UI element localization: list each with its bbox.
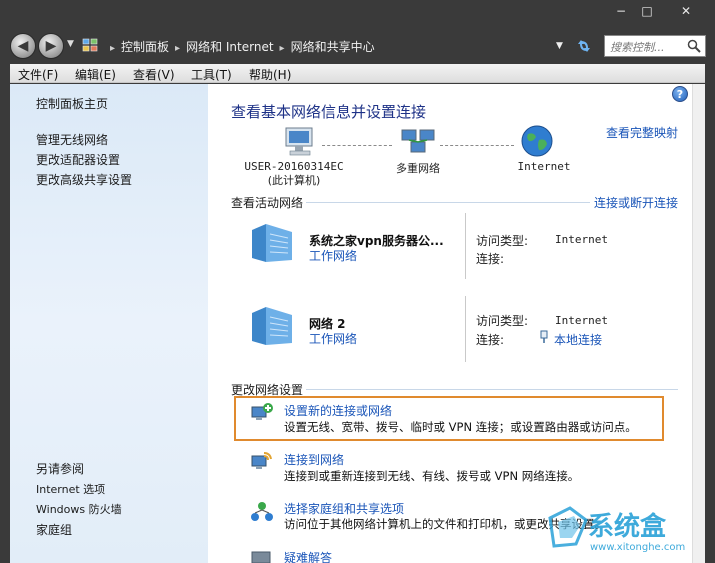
link-windows-firewall[interactable]: Windows 防火墙 [36,501,122,517]
search-placeholder: 搜索控制... [610,41,665,54]
breadcrumb-separator[interactable]: ▸ [110,43,115,54]
connect-network-icon [251,452,272,469]
link-change-adapter[interactable]: 更改适配器设置 [36,151,120,168]
homegroup-icon [251,502,273,521]
watermark-url: www.xitonghe.com [590,542,686,553]
access-type-label: 访问类型: [476,234,529,248]
homegroup-sharing-link[interactable]: 选择家庭组和共享选项 [284,500,404,517]
ethernet-plug-icon [540,330,548,343]
left-nav-pane: 控制面板主页 管理无线网络 更改适配器设置 更改高级共享设置 另请参阅 Inte… [10,84,208,563]
connection-label: 连接: [476,333,505,347]
close-button[interactable]: ✕ [670,0,702,22]
watermark-text: 系统盒 [588,512,667,542]
work-network-icon [252,307,292,345]
forward-arrow-icon[interactable]: ▶ [38,33,64,59]
troubleshoot-link[interactable]: 疑难解答 [284,549,332,563]
task-description: 连接到或重新连接到无线、有线、拨号或 VPN 网络连接。 [284,469,580,483]
globe-icon [521,125,553,157]
breadcrumb-separator[interactable]: ▸ [175,43,180,54]
access-type-value: Internet [555,233,608,246]
control-panel-icon [82,38,98,52]
window-frame-right [705,64,715,563]
network-type-link[interactable]: 工作网络 [309,247,357,264]
menu-help[interactable]: 帮助(H) [249,66,291,83]
title-bar: − □ ✕ [0,0,715,30]
address-dropdown[interactable]: ▼ [556,41,563,51]
menu-bar: 文件(F) 编辑(E) 查看(V) 工具(T) 帮助(H) [10,64,705,83]
internet-label: Internet [517,160,571,173]
link-manage-wireless[interactable]: 管理无线网络 [36,131,108,148]
active-networks-heading: 查看活动网络 [231,196,304,210]
breadcrumb-network-sharing-center[interactable]: 网络和共享中心 [291,38,375,55]
map-connection-line [440,145,514,146]
link-control-panel-home[interactable]: 控制面板主页 [36,95,108,112]
multiple-networks-icon [401,129,435,153]
window-frame-left [0,64,10,563]
section-divider [306,389,678,390]
search-icon[interactable] [687,39,701,53]
this-computer-label: (此计算机) [267,174,321,187]
maximize-button[interactable]: □ [634,0,660,22]
link-advanced-sharing[interactable]: 更改高级共享设置 [36,171,132,188]
recent-pages-dropdown[interactable]: ▼ [67,39,74,49]
vertical-scrollbar[interactable] [692,84,705,563]
view-full-map-link[interactable]: 查看完整映射 [606,124,678,141]
access-type-value: Internet [555,314,608,327]
section-divider [306,202,590,203]
link-homegroup[interactable]: 家庭组 [36,521,72,538]
access-type-label: 访问类型: [476,314,529,328]
breadcrumb-control-panel[interactable]: 控制面板 [121,38,169,55]
breadcrumb-separator[interactable]: ▸ [280,43,285,54]
connect-to-network-link[interactable]: 连接到网络 [284,451,344,468]
refresh-icon[interactable] [574,36,594,56]
menu-file[interactable]: 文件(F) [18,66,58,83]
vertical-divider [465,213,466,279]
address-bar: ◀ ▶ ▼ ▸ 控制面板 ▸ 网络和 Internet ▸ 网络和共享中心 ▼ 搜索控制.… [0,30,715,64]
vertical-divider [465,296,466,362]
connection-label: 连接: [476,252,505,266]
task-description: 设置无线、宽带、拨号、临时或 VPN 连接；或设置路由器或访问点。 [284,420,637,434]
menu-edit[interactable]: 编辑(E) [75,66,116,83]
troubleshoot-icon [251,551,271,563]
help-icon[interactable]: ? [672,86,688,102]
see-also-heading: 另请参阅 [36,462,85,476]
back-arrow-icon[interactable]: ◀ [10,33,36,59]
multiple-networks-label: 多重网络 [396,162,440,175]
breadcrumb: ▸ 控制面板 ▸ 网络和 Internet ▸ 网络和共享中心 [104,38,375,55]
local-connection-link[interactable]: 本地连接 [554,331,602,348]
map-connection-line [322,145,392,146]
setup-new-connection-link[interactable]: 设置新的连接或网络 [284,402,392,419]
connect-disconnect-link[interactable]: 连接或断开连接 [594,194,678,211]
network-type-link[interactable]: 工作网络 [309,330,357,347]
breadcrumb-network-internet[interactable]: 网络和 Internet [186,38,273,55]
link-internet-options[interactable]: Internet 选项 [36,481,105,497]
menu-view[interactable]: 查看(V) [133,66,175,83]
work-network-icon [252,224,292,262]
new-connection-icon [251,403,273,420]
computer-icon [285,127,313,156]
minimize-button[interactable]: − [608,0,634,22]
menu-tools[interactable]: 工具(T) [191,66,232,83]
search-input[interactable]: 搜索控制... [604,35,706,57]
page-title: 查看基本网络信息并设置连接 [231,103,427,121]
